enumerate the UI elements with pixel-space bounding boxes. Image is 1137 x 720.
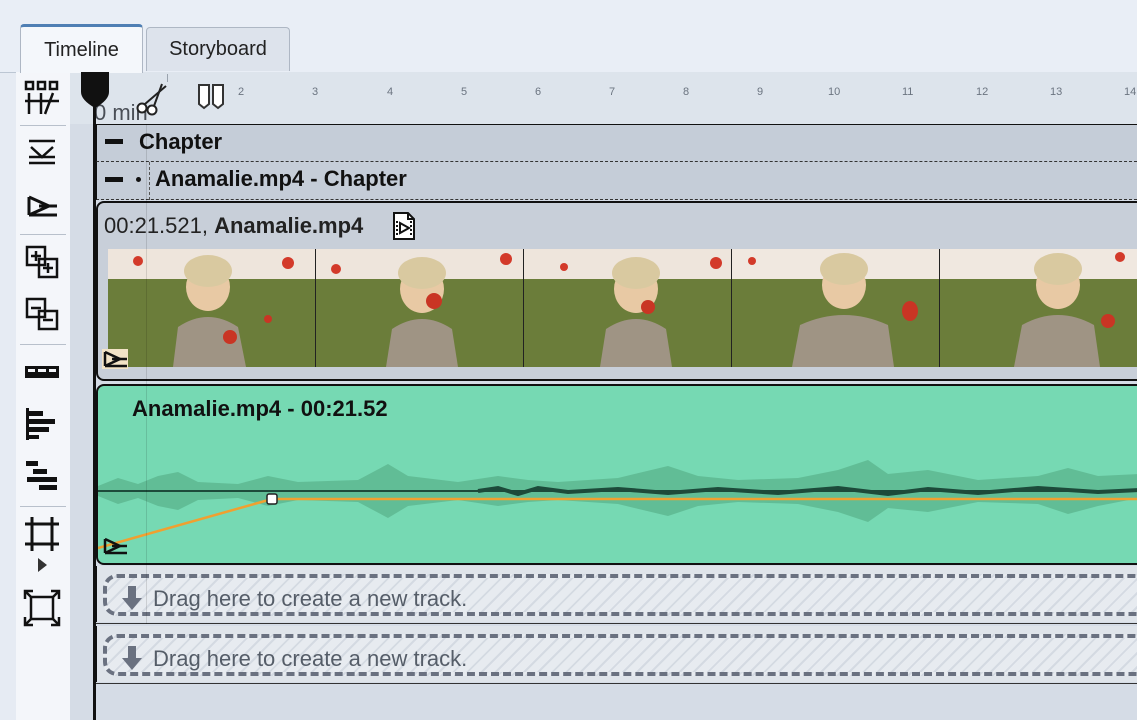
time-ruler[interactable]: 2 3 4 5 6 7 8 9 10 11 12 13 14 0 min <box>70 72 1137 125</box>
collapse-icon[interactable] <box>22 132 62 172</box>
expand-arrow-icon[interactable] <box>38 558 47 572</box>
tab-timeline-label: Timeline <box>44 38 119 61</box>
ruler-tick: 14 <box>1124 86 1137 98</box>
video-thumbnail <box>316 249 524 367</box>
audio-track[interactable]: Anamalie.mp4 - 00:21.52 <box>96 384 1137 565</box>
down-arrow-icon <box>122 586 142 610</box>
video-thumbnail <box>940 249 1137 367</box>
ruler-tick: 11 <box>902 86 914 98</box>
transition-icon[interactable] <box>102 349 128 369</box>
expand-icon[interactable] <box>22 186 62 226</box>
collapse-chapter-icon[interactable] <box>105 139 123 144</box>
ruler-tick: 2 <box>238 86 245 98</box>
ruler-tick: 6 <box>535 86 542 98</box>
segments-icon[interactable] <box>22 352 62 392</box>
video-thumbnail-strip[interactable] <box>108 249 1137 367</box>
align-stack-icon[interactable] <box>22 456 62 496</box>
ruler-tick: 3 <box>312 86 319 98</box>
tab-storyboard[interactable]: Storyboard <box>146 27 290 71</box>
drop-zone-label: Drag here to create a new track. <box>153 586 468 611</box>
align-left-icon[interactable] <box>22 404 62 444</box>
down-arrow-icon <box>122 646 142 670</box>
sub-chapter-title: Anamalie.mp4 - Chapter <box>155 166 407 191</box>
zoom-out-icon[interactable] <box>22 294 62 334</box>
ruler-tick: 10 <box>828 86 841 98</box>
zoom-in-icon[interactable] <box>22 242 62 282</box>
bullet-icon <box>136 177 141 182</box>
ruler-tick: 7 <box>609 86 616 98</box>
ruler-tick: 8 <box>683 86 690 98</box>
new-track-drop-zone[interactable]: Drag here to create a new track. <box>96 566 1137 622</box>
video-duration: 00:21.521, <box>104 213 208 238</box>
video-filename: Anamalie.mp4 <box>214 213 364 238</box>
volume-envelope[interactable] <box>98 386 1137 567</box>
ruler-tick: 4 <box>387 86 394 98</box>
video-file-icon[interactable] <box>392 211 416 241</box>
marker-icon[interactable] <box>196 82 226 110</box>
video-thumbnail <box>524 249 732 367</box>
sub-chapter-row[interactable]: Anamalie.mp4 - Chapter <box>96 162 1137 200</box>
video-thumbnail <box>732 249 940 367</box>
audio-transition-icon[interactable] <box>102 536 128 556</box>
tab-timeline[interactable]: Timeline <box>20 24 143 73</box>
timeline-area[interactable]: 2 3 4 5 6 7 8 9 10 11 12 13 14 0 min Cha… <box>70 72 1137 720</box>
video-track[interactable]: 00:21.521, Anamalie.mp4 <box>96 201 1137 381</box>
tab-bar: Timeline Storyboard <box>0 0 1137 73</box>
ruler-tick: 5 <box>461 86 468 98</box>
scissors-icon[interactable] <box>134 80 174 116</box>
timeline-toolbar <box>16 72 71 720</box>
split-tracks-icon[interactable] <box>22 78 62 118</box>
playhead[interactable] <box>93 80 96 720</box>
drop-zone-label: Drag here to create a new track. <box>153 646 468 671</box>
chapter-row[interactable]: Chapter <box>96 124 1137 162</box>
ruler-tick: 13 <box>1050 86 1063 98</box>
chapter-title: Chapter <box>139 129 223 154</box>
playhead-handle[interactable] <box>80 72 110 108</box>
collapse-subchapter-icon[interactable] <box>105 177 123 182</box>
fit-frame-icon[interactable] <box>22 514 62 554</box>
ruler-tick: 12 <box>976 86 989 98</box>
tab-storyboard-label: Storyboard <box>169 38 267 60</box>
video-track-title: 00:21.521, Anamalie.mp4 <box>104 213 363 239</box>
fit-all-icon[interactable] <box>22 588 62 628</box>
new-track-drop-zone[interactable]: Drag here to create a new track. <box>96 626 1137 682</box>
ruler-tick: 9 <box>757 86 764 98</box>
video-thumbnail <box>108 249 316 367</box>
